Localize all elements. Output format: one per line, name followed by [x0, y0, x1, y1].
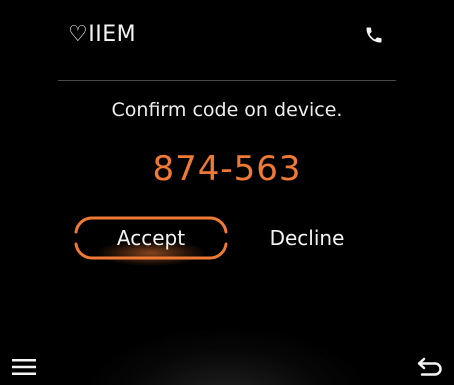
confirm-prompt: Confirm code on device. — [111, 99, 343, 121]
decline-button-label: Decline — [269, 226, 345, 250]
menu-icon[interactable] — [12, 358, 36, 376]
accept-button-label: Accept — [116, 226, 186, 250]
pairing-screen: ♡IIEM Confirm code on device. 874-563 Ac… — [0, 0, 454, 385]
phone-icon — [364, 24, 384, 46]
header-divider — [58, 80, 396, 81]
bottom-glow — [90, 330, 364, 385]
pairing-code: 874-563 — [152, 149, 302, 189]
decline-button[interactable]: Decline — [258, 214, 356, 262]
brand-title: ♡IIEM — [68, 22, 137, 47]
back-icon[interactable] — [416, 356, 444, 376]
accept-button[interactable]: Accept — [72, 214, 230, 266]
